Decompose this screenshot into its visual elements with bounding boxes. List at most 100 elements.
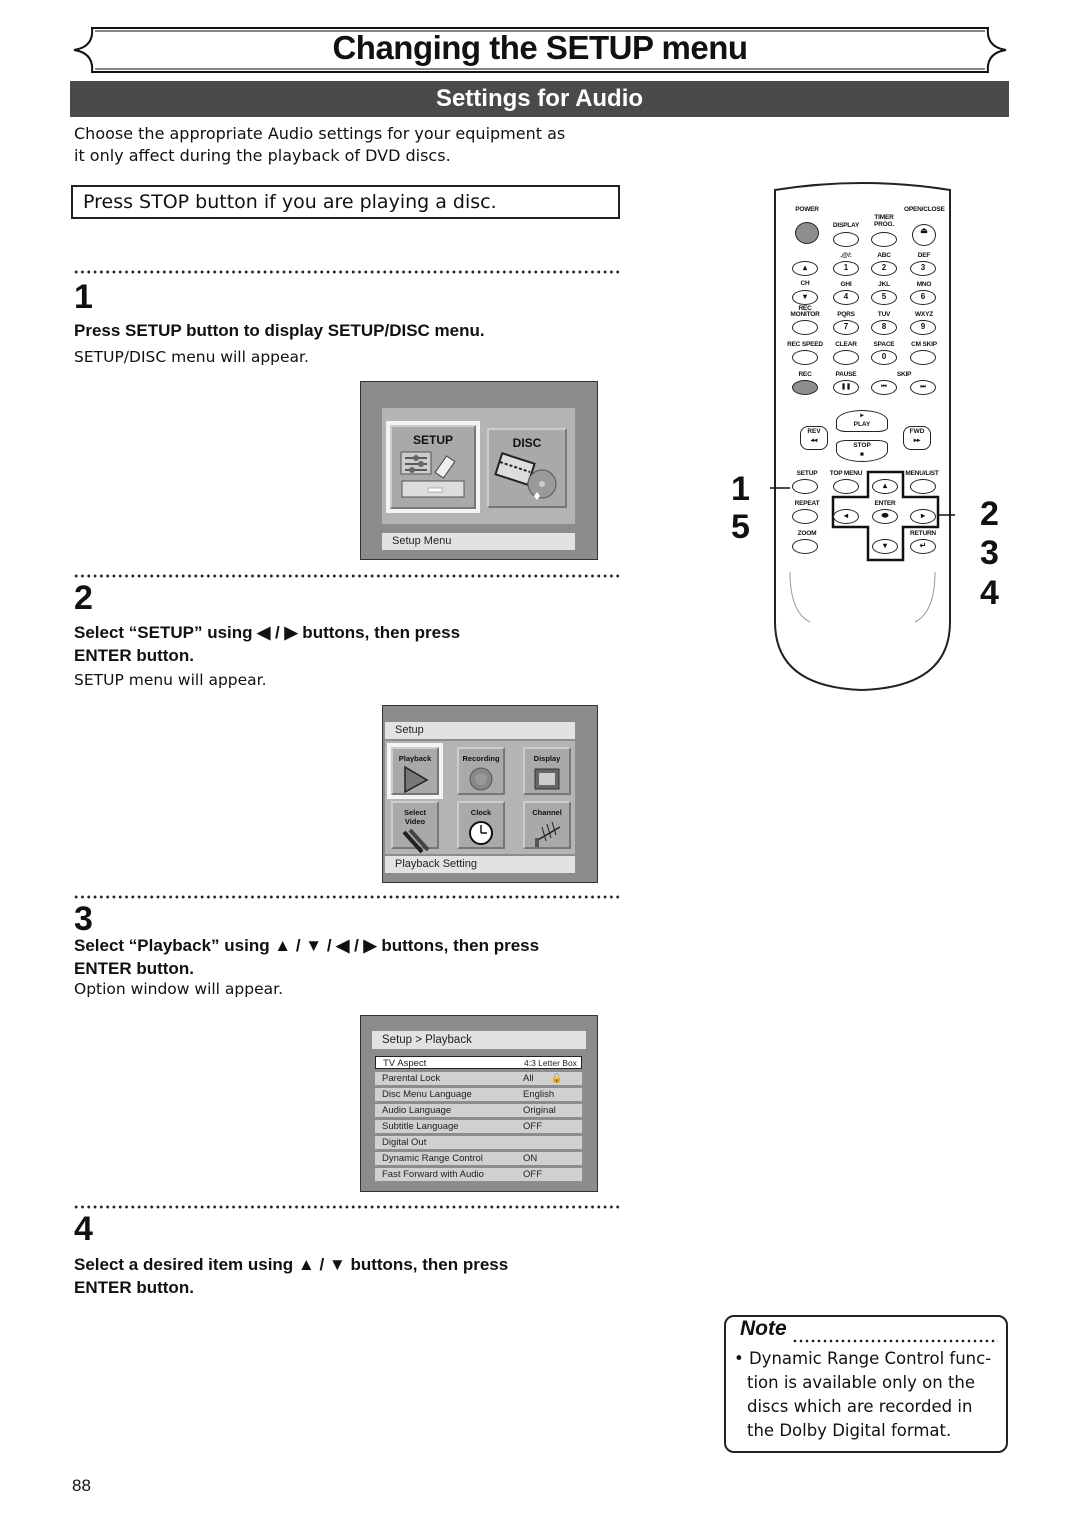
digit-0-button[interactable]: 0	[871, 350, 897, 365]
zoom-label: ZOOM	[797, 530, 817, 537]
enter-label: ENTER	[874, 500, 896, 507]
rec-button[interactable]	[792, 380, 818, 395]
top-menu-button[interactable]	[833, 479, 859, 494]
fwd-button[interactable]: FWD ▸▸	[903, 426, 931, 450]
digit-5-button[interactable]: 5	[871, 290, 897, 305]
clock-tile[interactable]: Clock	[457, 801, 505, 849]
digit-6-button[interactable]: 6	[910, 290, 936, 305]
enter-button[interactable]: ⬬	[872, 509, 898, 524]
repeat-label: REPEAT	[794, 500, 820, 507]
option-value: Original	[523, 1105, 556, 1116]
osd-status-bar: Playback Setting	[385, 856, 575, 873]
option-row-dynamic-range-control[interactable]: Dynamic Range Control ON	[375, 1152, 582, 1165]
option-value: OFF	[523, 1169, 542, 1180]
playback-tile-label: Playback	[398, 754, 432, 763]
option-row-fast-forward-audio[interactable]: Fast Forward with Audio OFF	[375, 1168, 582, 1181]
antenna-icon	[535, 821, 561, 847]
clear-button[interactable]	[833, 350, 859, 365]
digit-9-button[interactable]: 9	[910, 320, 936, 335]
power-label: POWER	[795, 206, 819, 213]
display-tile[interactable]: Display	[523, 747, 571, 795]
channel-up-button[interactable]: ▴	[792, 261, 818, 276]
option-row-disc-menu-language[interactable]: Disc Menu Language English	[375, 1088, 582, 1101]
rec-label: REC	[798, 371, 812, 378]
timer-prog-button[interactable]	[871, 232, 897, 247]
step-divider	[73, 895, 621, 899]
step-divider	[73, 1205, 621, 1209]
digit-2-button[interactable]: 2	[871, 261, 897, 276]
digit-3-button[interactable]: 3	[910, 261, 936, 276]
pause-button[interactable]: ❚❚	[833, 380, 859, 395]
setup-equalizer-icon	[400, 451, 465, 498]
cm-skip-button[interactable]	[910, 350, 936, 365]
step-result: SETUP/DISC menu will appear.	[74, 348, 309, 366]
section-title: Settings for Audio	[435, 85, 644, 112]
skip-back-button[interactable]: ⏮	[871, 380, 897, 395]
osd-title-bar: Setup	[385, 722, 575, 739]
step-instruction-line-2: ENTER button.	[74, 959, 194, 978]
setup-button[interactable]	[792, 479, 818, 494]
recording-tile[interactable]: Recording	[457, 747, 505, 795]
callout-step-5: 5	[731, 508, 750, 546]
stop-button[interactable]: STOP ■	[836, 440, 888, 462]
step-instruction-line-2: ENTER button.	[74, 646, 194, 665]
option-row-subtitle-language[interactable]: Subtitle Language OFF	[375, 1120, 582, 1133]
return-button[interactable]: ↵	[910, 539, 936, 554]
option-row-parental-lock[interactable]: Parental Lock All 🔓	[375, 1072, 582, 1085]
display-label: DISPLAY	[832, 222, 860, 229]
step-divider	[73, 270, 621, 274]
down-arrow-button[interactable]: ▾	[872, 539, 898, 554]
up-arrow-button[interactable]: ▴	[872, 479, 898, 494]
space-label: SPACE	[873, 341, 895, 348]
rec-monitor-button[interactable]	[792, 320, 818, 335]
digit-8-button[interactable]: 8	[871, 320, 897, 335]
playback-tile[interactable]: Playback	[387, 743, 443, 799]
left-arrow-button[interactable]: ◂	[833, 509, 859, 524]
setup-tile[interactable]: SETUP	[386, 421, 480, 513]
setup-tile-label: SETUP	[412, 433, 453, 447]
skip-forward-button[interactable]: ⏭	[910, 380, 936, 395]
option-value: ON	[523, 1153, 538, 1164]
channel-tile[interactable]: Channel	[523, 801, 571, 849]
right-arrow-button[interactable]: ▸	[910, 509, 936, 524]
rev-button[interactable]: REV ◂◂	[800, 426, 828, 450]
option-row-tv-aspect[interactable]: TV Aspect 4:3 Letter Box	[375, 1056, 582, 1069]
pause-label: PAUSE	[835, 371, 857, 378]
step-instruction: Select “SETUP” using ◀ / ▶ buttons, then…	[74, 621, 634, 667]
remote-control: POWER DISPLAY TIMER PROG. OPEN/CLOSE ⏏ .…	[770, 182, 955, 692]
select-video-tile[interactable]: Select Video	[391, 801, 439, 854]
option-label: Disc Menu Language	[382, 1089, 472, 1100]
power-button[interactable]	[795, 222, 819, 244]
key-label: TUV	[877, 311, 891, 318]
repeat-button[interactable]	[792, 509, 818, 524]
key-label: .@/:	[840, 252, 852, 259]
menu-list-button[interactable]	[910, 479, 936, 494]
option-value: All	[523, 1073, 534, 1084]
digit-1-button[interactable]: 1	[833, 261, 859, 276]
open-close-button[interactable]: ⏏	[912, 224, 936, 246]
channel-down-button[interactable]: ▾	[792, 290, 818, 305]
setup-menu-screen: Setup Playback Recording Display Select …	[382, 705, 598, 883]
rec-speed-button[interactable]	[792, 350, 818, 365]
callout-step-1: 1	[731, 470, 750, 508]
option-row-digital-out[interactable]: Digital Out	[375, 1136, 582, 1149]
clear-label: CLEAR	[835, 341, 857, 348]
option-value: 4:3 Letter Box	[524, 1058, 577, 1068]
top-menu-label: TOP MENU	[829, 470, 863, 477]
section-header-bar: Settings for Audio	[70, 81, 1009, 117]
note-line: discs which are recorded in	[747, 1397, 973, 1416]
setup-label: SETUP	[796, 470, 818, 477]
chapter-title-banner: Changing the SETUP menu	[70, 25, 1010, 75]
callout-step-2: 2	[980, 495, 999, 533]
option-row-audio-language[interactable]: Audio Language Original	[375, 1104, 582, 1117]
note-line: the Dolby Digital format.	[747, 1421, 952, 1440]
disc-tile[interactable]: DISC	[487, 428, 567, 508]
digit-4-button[interactable]: 4	[833, 290, 859, 305]
key-label: PQRS	[837, 311, 855, 318]
digit-7-button[interactable]: 7	[833, 320, 859, 335]
option-label: Parental Lock	[382, 1073, 441, 1084]
play-button[interactable]: ▸ PLAY	[836, 410, 888, 432]
option-value: English	[523, 1089, 555, 1100]
zoom-button[interactable]	[792, 539, 818, 554]
display-button[interactable]	[833, 232, 859, 247]
